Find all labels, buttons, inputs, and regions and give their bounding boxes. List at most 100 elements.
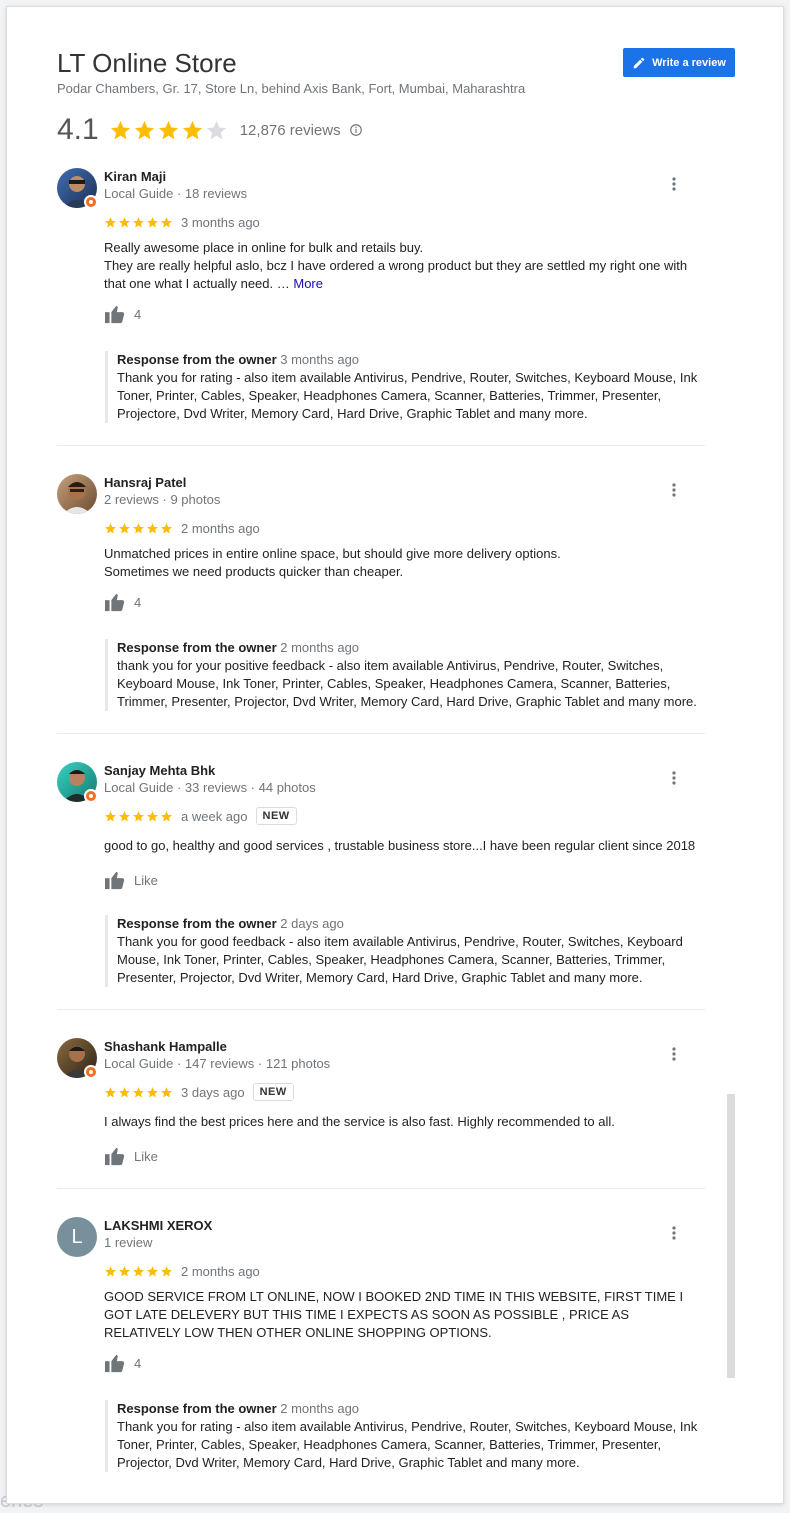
- owner-response-time: 2 months ago: [280, 1401, 360, 1416]
- owner-response-label: Response from the owner: [117, 352, 277, 367]
- more-options-icon[interactable]: [666, 1225, 682, 1241]
- review-text: I always find the best prices here and t…: [104, 1114, 615, 1129]
- review-stars: [104, 1265, 173, 1278]
- place-title: LT Online Store: [57, 48, 237, 78]
- thumbs-up-icon: [105, 871, 125, 890]
- review-card: L LAKSHMI XEROX 1 review 2 months ago GO…: [57, 1217, 705, 1477]
- pencil-icon: [633, 57, 645, 68]
- more-options-icon[interactable]: [666, 1046, 682, 1062]
- rating-value: 4.1: [57, 113, 99, 146]
- star-filled-icon: [105, 1266, 116, 1277]
- like-button[interactable]: Like: [104, 870, 158, 890]
- owner-response-time: 2 days ago: [280, 916, 344, 931]
- owner-response: Response from the owner 2 days ago Thank…: [105, 915, 705, 987]
- star-filled-icon: [105, 1086, 116, 1097]
- reviewer-meta: Local Guide · 147 reviews · 121 photos: [104, 1056, 331, 1071]
- star-filled-icon: [147, 1266, 158, 1277]
- review-count: 12,876 reviews: [239, 121, 341, 139]
- reviewer-name[interactable]: LAKSHMI XEROX: [104, 1218, 212, 1233]
- owner-response-text: Thank you for good feedback - also item …: [117, 934, 683, 985]
- owner-response-text: Thank you for rating - also item availab…: [117, 370, 698, 421]
- like-label: Like: [134, 1148, 158, 1164]
- star-filled-icon: [133, 1266, 144, 1277]
- reviewer-name[interactable]: Sanjay Mehta Bhk: [104, 763, 215, 778]
- review-card: Sanjay Mehta Bhk Local Guide · 33 review…: [57, 762, 705, 1002]
- star-filled-icon: [161, 1086, 172, 1097]
- overall-stars: [109, 119, 228, 142]
- review-rating-line: 2 months ago: [104, 1264, 260, 1279]
- star-filled-icon: [119, 217, 130, 228]
- reviewer-meta: 2 reviews · 9 photos: [104, 492, 221, 507]
- review-time: a week ago: [181, 808, 248, 824]
- review-text-content: Really awesome place in online for bulk …: [104, 240, 688, 291]
- review-text: Really awesome place in online for bulk …: [104, 239, 704, 293]
- owner-response-time: 2 months ago: [280, 640, 360, 655]
- owner-response-text: thank you for your positive feedback - a…: [117, 658, 697, 709]
- review-text: Unmatched prices in entire online space,…: [104, 546, 561, 579]
- reviewer-name[interactable]: Kiran Maji: [104, 169, 166, 184]
- owner-response-label: Response from the owner: [117, 916, 277, 931]
- review-card: Hansraj Patel 2 reviews · 9 photos 2 mon…: [57, 474, 705, 724]
- review-stars: [104, 810, 173, 823]
- star-filled-icon: [134, 120, 154, 139]
- review-rating-line: 2 months ago: [104, 521, 260, 536]
- more-options-icon[interactable]: [666, 770, 682, 786]
- star-filled-icon: [119, 1266, 130, 1277]
- review-time: 2 months ago: [181, 1264, 260, 1279]
- star-filled-icon: [105, 810, 116, 821]
- scrollbar[interactable]: [727, 1094, 735, 1378]
- reviewer-meta: 1 review: [104, 1235, 153, 1250]
- review-stars: [104, 522, 173, 535]
- review-time: 3 months ago: [181, 215, 260, 230]
- like-button[interactable]: 4: [104, 1353, 141, 1373]
- owner-response-time: 3 months ago: [280, 352, 360, 367]
- reviewer-name[interactable]: Hansraj Patel: [104, 475, 186, 490]
- info-icon[interactable]: [349, 123, 363, 137]
- place-address: Podar Chambers, Gr. 17, Store Ln, behind…: [57, 81, 526, 96]
- owner-response-label: Response from the owner: [117, 640, 277, 655]
- new-badge: NEW: [255, 807, 297, 825]
- like-count: 4: [134, 1355, 142, 1371]
- thumbs-up-icon: [105, 1147, 125, 1166]
- like-button[interactable]: 4: [104, 592, 141, 612]
- write-review-button[interactable]: Write a review: [623, 48, 735, 77]
- like-label: Like: [134, 872, 158, 888]
- thumbs-up-icon: [105, 593, 125, 612]
- review-rating-line: 3 months ago: [104, 215, 260, 230]
- local-guide-badge: [84, 195, 98, 209]
- owner-response: Response from the owner 2 months ago tha…: [105, 639, 705, 711]
- more-link[interactable]: More: [293, 276, 323, 291]
- star-filled-icon: [119, 523, 130, 534]
- reviewer-name[interactable]: Shashank Hampalle: [104, 1039, 227, 1054]
- owner-response-label: Response from the owner: [117, 1401, 277, 1416]
- review-time: 3 days ago: [181, 1084, 245, 1100]
- star-filled-icon: [161, 217, 172, 228]
- star-filled-icon: [105, 217, 116, 228]
- review-text: GOOD SERVICE FROM LT ONLINE, NOW I BOOKE…: [104, 1289, 684, 1340]
- avatar[interactable]: L: [57, 1217, 97, 1257]
- star-filled-icon: [161, 810, 172, 821]
- review-card: Kiran Maji Local Guide · 18 reviews 3 mo…: [57, 168, 705, 428]
- like-count: 4: [134, 594, 142, 610]
- like-button[interactable]: 4: [104, 304, 141, 324]
- review-rating-line: 3 days ago NEW: [104, 1083, 294, 1101]
- review-divider: [57, 1009, 705, 1010]
- thumbs-up-icon: [105, 1354, 125, 1373]
- write-review-label: Write a review: [652, 56, 726, 69]
- new-badge: NEW: [252, 1083, 294, 1101]
- review-divider: [57, 1188, 705, 1189]
- thumbs-up-icon: [105, 305, 125, 324]
- like-count: 4: [134, 306, 142, 322]
- star-filled-icon: [133, 217, 144, 228]
- star-filled-icon: [119, 810, 130, 821]
- owner-response: Response from the owner 3 months ago Tha…: [105, 351, 705, 423]
- avatar[interactable]: [57, 474, 97, 514]
- local-guide-badge: [84, 1065, 98, 1079]
- more-options-icon[interactable]: [666, 482, 682, 498]
- more-options-icon[interactable]: [666, 176, 682, 192]
- review-time: 2 months ago: [181, 521, 260, 536]
- star-filled-icon: [161, 523, 172, 534]
- like-button[interactable]: Like: [104, 1146, 158, 1166]
- star-filled-icon: [133, 810, 144, 821]
- avatar-initial: L: [71, 1225, 83, 1248]
